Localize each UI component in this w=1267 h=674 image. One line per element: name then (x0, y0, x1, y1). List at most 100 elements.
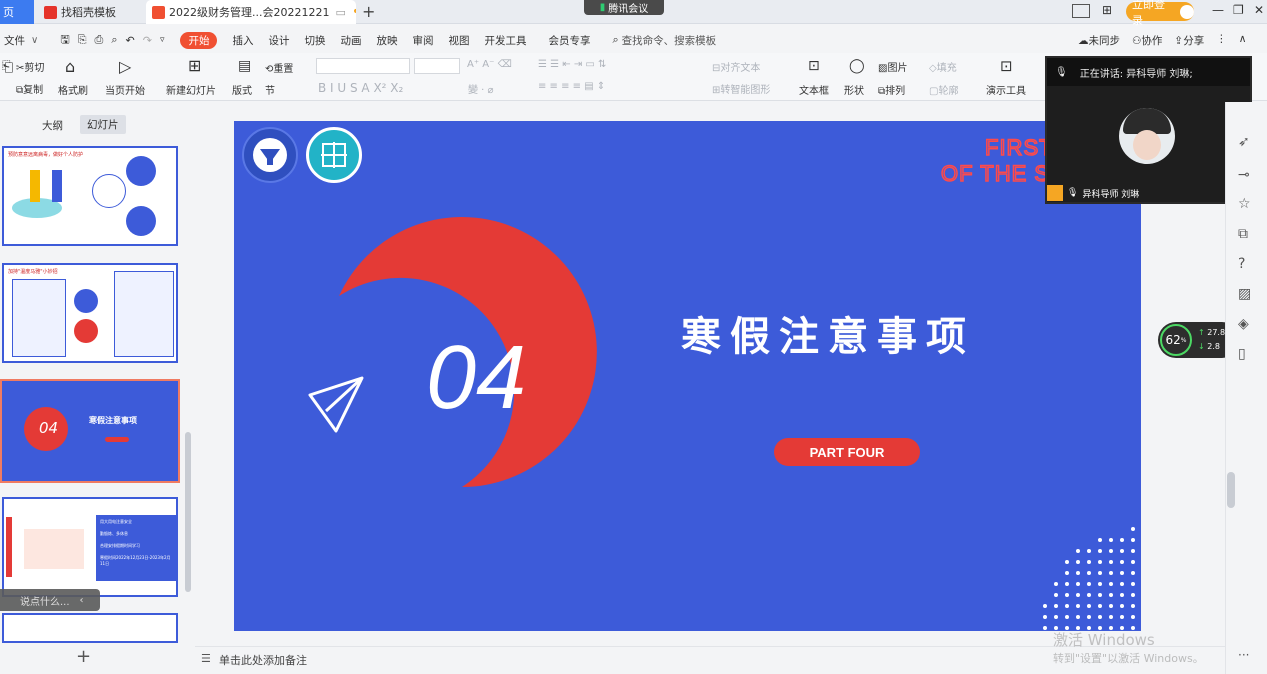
tab-document[interactable]: 2022级财务管理...会20221221 ▭ • (146, 0, 356, 24)
undo-icon[interactable]: ↶ (126, 34, 135, 47)
image-edit-icon[interactable]: ▨ (1238, 286, 1251, 302)
font-size-select[interactable] (414, 58, 460, 74)
pattern-dot (1098, 560, 1102, 564)
copy-button[interactable]: ⧉复制 (16, 81, 43, 96)
reset-button[interactable]: ⟲重置 (265, 60, 293, 75)
collab-button[interactable]: ⚇协作 (1132, 33, 1162, 48)
tab-outline[interactable]: 大纲 (42, 118, 63, 133)
paste-icon[interactable]: ⎗ (2, 59, 13, 75)
pattern-dot (1098, 538, 1102, 542)
close-icon[interactable]: ✕ (1254, 3, 1264, 17)
slide-scrollbar[interactable] (1227, 472, 1235, 508)
picture-button[interactable]: ▨图片 (878, 59, 907, 74)
smart-art-button[interactable]: ⊞转智能图形 (712, 81, 770, 96)
menu-insert[interactable]: 插入 (232, 33, 253, 48)
textbox-icon: ⊡ (808, 58, 820, 74)
file-dropdown-icon[interactable]: ∨ (31, 35, 38, 46)
help-icon[interactable]: ? (1238, 256, 1245, 272)
pattern-dot (1109, 560, 1113, 564)
pattern-dot (1054, 582, 1058, 586)
export-icon[interactable]: ⎘ (78, 33, 87, 47)
font-style-icons[interactable]: B I U S A X² X₂ (318, 81, 403, 95)
collapse-ribbon-icon[interactable]: ∧ (1239, 33, 1247, 48)
thumb-list-item: 勤锻炼、多休息 (100, 531, 128, 536)
save-icon[interactable]: 🖫 (60, 31, 69, 50)
add-slide-button[interactable]: + (76, 646, 91, 667)
pattern-dot (1120, 582, 1124, 586)
more-icon[interactable]: ··· (1238, 648, 1249, 662)
panel-scrollbar[interactable] (185, 432, 191, 592)
window-icon[interactable]: ▭ (335, 6, 345, 19)
slide-thumb-4[interactable]: 用大用电注意安全 勤锻炼、多休息 合理安排假期时间学习 寒假时间2022年12月… (2, 497, 178, 597)
cpu-gauge: 62% (1160, 324, 1192, 356)
slide-canvas[interactable]: FIRST OF THE SE 04 寒假注意事项 PART FOUR (234, 121, 1141, 631)
pattern-dot (1065, 604, 1069, 608)
outline-button[interactable]: ▢轮廓 (929, 82, 958, 97)
thumb-card (12, 279, 66, 357)
login-button[interactable]: 立即登录 (1126, 0, 1194, 27)
menu-review[interactable]: 审阅 (412, 33, 433, 48)
menu-developer[interactable]: 开发工具 (484, 33, 526, 48)
from-current-button[interactable]: 当页开始 (105, 82, 145, 97)
menu-slideshow[interactable]: 放映 (376, 33, 397, 48)
font-grow-icon[interactable]: A⁺ A⁻ ⌫ (467, 59, 512, 70)
star-icon[interactable]: ☆ (1238, 196, 1251, 212)
menu-design[interactable]: 设计 (268, 33, 289, 48)
pattern-dot (1065, 560, 1069, 564)
restore-icon[interactable]: ❐ (1233, 3, 1244, 17)
align-text-button[interactable]: ⊟对齐文本 (712, 59, 760, 74)
section-button[interactable]: 节 (265, 82, 275, 97)
tencent-meeting-bar[interactable]: ▮ 腾讯会议 (584, 0, 664, 15)
adjust-icon[interactable]: ⊸ (1238, 167, 1250, 183)
fill-button[interactable]: ◇填充 (929, 59, 957, 74)
grid-icon[interactable]: ⊞ (1102, 3, 1112, 17)
presentation-tools-button[interactable]: 演示工具 (986, 82, 1026, 97)
menu-start[interactable]: 开始 (180, 31, 218, 49)
more-dropdown-icon[interactable]: ▿ (160, 35, 165, 45)
command-search[interactable]: 查找命令、搜索模板 (622, 33, 717, 48)
align-icons[interactable]: ≡ ≡ ≡ ≡ ▤ ⇕ (538, 81, 605, 92)
pattern-dot (1054, 604, 1058, 608)
copy-icon[interactable]: ⧉ (1238, 226, 1248, 242)
slide-thumb-3[interactable]: 04 寒假注意事项 (2, 381, 178, 481)
book-icon[interactable]: ▯ (1238, 346, 1246, 362)
redo-icon[interactable]: ↷ (143, 34, 152, 47)
minimize-icon[interactable]: — (1212, 3, 1224, 17)
print-icon[interactable]: ⎙ (95, 33, 104, 47)
format-painter-button[interactable]: 格式刷 (58, 82, 88, 97)
layout-icon[interactable] (1072, 4, 1090, 18)
arrange-button[interactable]: ⧉排列 (878, 82, 905, 97)
menu-member[interactable]: 会员专享 (548, 33, 590, 48)
menu-transition[interactable]: 切换 (304, 33, 325, 48)
layout-button[interactable]: 版式 (232, 82, 252, 97)
cut-button[interactable]: ✂剪切 (16, 59, 44, 74)
textbox-button[interactable]: 文本框 (799, 82, 829, 97)
slide-thumb-1[interactable]: 预防意意远离病毒，做好个人防护 (2, 146, 178, 246)
sync-button[interactable]: ☁未同步 (1078, 33, 1120, 48)
more-icon[interactable]: ⋮ (1216, 33, 1227, 48)
share-button[interactable]: ⇪分享 (1174, 33, 1204, 48)
location-icon[interactable]: ◈ (1238, 316, 1249, 332)
font-name-select[interactable] (316, 58, 410, 74)
chevron-left-icon[interactable]: ‹ (80, 595, 84, 606)
rocket-icon[interactable]: ➶ (1238, 134, 1250, 150)
tab-home[interactable]: 页 (0, 0, 34, 24)
menu-animation[interactable]: 动画 (340, 33, 361, 48)
list-icons[interactable]: ☰ ☰ ⇤ ⇥ ▭ ⇅ (538, 59, 606, 70)
tab-daoke-templates[interactable]: 找稻壳模板 (40, 0, 144, 24)
menu-view[interactable]: 视图 (448, 33, 469, 48)
phonetic-icon[interactable]: 變 · ⌀ (468, 81, 494, 96)
align-text-label: 对齐文本 (720, 63, 761, 74)
tab-slides[interactable]: 幻灯片 (80, 115, 126, 134)
slide-thumb-2[interactable]: 加持"温度马雅"小妙招 (2, 263, 178, 363)
new-slide-button[interactable]: 新建幻灯片 (166, 82, 216, 97)
preview-icon[interactable]: ⌕ (111, 33, 117, 47)
pattern-dot (1131, 560, 1135, 564)
shape-button[interactable]: 形状 (844, 82, 864, 97)
chat-input[interactable]: 说点什么... ‹ (0, 589, 100, 611)
file-menu[interactable]: 文件 (4, 33, 25, 48)
new-tab-button[interactable]: + (362, 2, 375, 21)
pattern-dot (1054, 593, 1058, 597)
slide-thumb-5[interactable] (2, 613, 178, 643)
video-call-window[interactable]: 🎙 正在讲话: 异科导师 刘琳; 🎙 异科导师 刘琳 (1045, 56, 1252, 204)
